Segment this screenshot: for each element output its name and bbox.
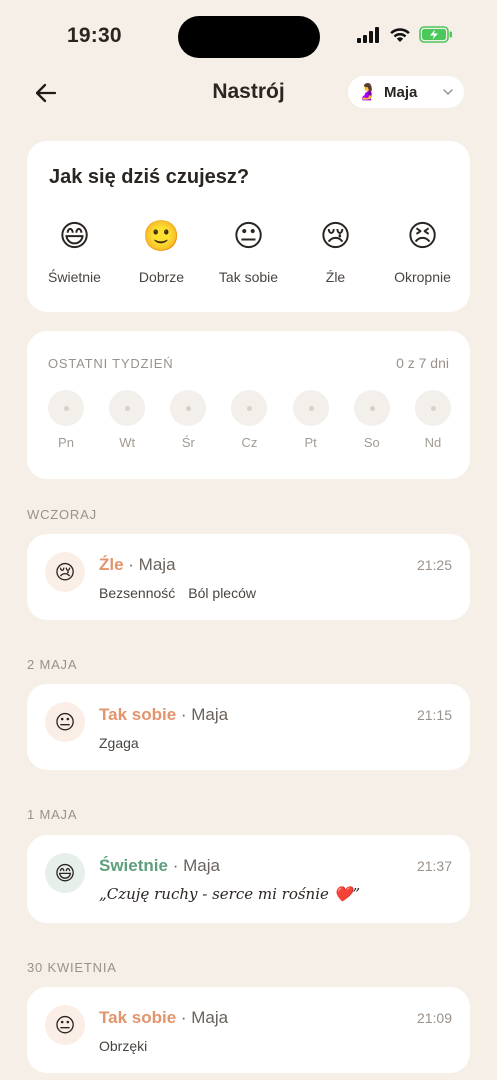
day-cz[interactable]: Cz bbox=[230, 390, 268, 450]
section-label: WCZORAJ bbox=[27, 507, 97, 522]
chevron-down-icon bbox=[443, 89, 453, 95]
entry-time: 21:25 bbox=[416, 557, 452, 573]
day-label: Pt bbox=[304, 435, 317, 450]
entry-separator: · bbox=[123, 555, 139, 574]
entry-mood: Źle bbox=[99, 555, 124, 574]
entry-separator: · bbox=[176, 705, 192, 724]
mood-option-label: Świetnie bbox=[48, 269, 101, 285]
entry-user: Maja bbox=[183, 856, 220, 875]
entry-separator: · bbox=[167, 856, 184, 875]
section-label: 30 KWIETNIA bbox=[27, 960, 117, 975]
battery-charging-icon bbox=[419, 26, 452, 43]
day-pt[interactable]: Pt bbox=[292, 390, 330, 450]
entry-tags: Obrzęki bbox=[99, 1038, 147, 1054]
mood-option-label: Tak sobie bbox=[218, 269, 279, 285]
section-label: 1 MAJA bbox=[27, 807, 78, 822]
mood-option-swietnie[interactable]: 😄 Świetnie bbox=[35, 219, 115, 285]
entry-head: Źle · Maja bbox=[99, 555, 176, 575]
wifi-icon bbox=[390, 27, 410, 42]
entry-user: Maja bbox=[191, 1008, 229, 1027]
mood-entry[interactable]: 😢 Źle · Maja 21:25 Bezsenność Ból pleców bbox=[27, 534, 470, 620]
entry-mood: Świetnie bbox=[99, 856, 168, 875]
day-pn[interactable]: Pn bbox=[47, 390, 85, 450]
grinning-face-icon: 😄 bbox=[58, 220, 91, 253]
entry-user: Maja bbox=[191, 705, 229, 724]
entry-head: Tak sobie · Maja bbox=[99, 1008, 228, 1028]
status-bar: 19:30 bbox=[0, 0, 497, 70]
crying-face-icon: 😢 bbox=[45, 552, 85, 592]
signal-icon bbox=[357, 26, 379, 43]
mood-options: 😄 Świetnie 🙂 Dobrze 😐 Tak sobie 😢 Źle 😣 … bbox=[27, 219, 470, 285]
mood-picker-card: Jak się dziś czujesz? 😄 Świetnie 🙂 Dobrz… bbox=[27, 141, 470, 312]
day-circle bbox=[414, 390, 451, 426]
neutral-face-icon: 😐 bbox=[45, 1005, 85, 1045]
entry-tags: Zgaga bbox=[99, 735, 139, 751]
last-week-card: OSTATNI TYDZIEŃ 0 z 7 dni Pn Wt Śr Cz Pt… bbox=[27, 331, 470, 479]
crying-face-icon: 😢 bbox=[319, 220, 352, 253]
mood-option-zle[interactable]: 😢 Źle bbox=[296, 219, 376, 285]
neutral-face-icon: 😐 bbox=[232, 220, 265, 253]
entry-time: 21:15 bbox=[416, 707, 452, 723]
day-so[interactable]: So bbox=[353, 390, 391, 450]
day-circle bbox=[48, 390, 84, 426]
day-nd[interactable]: Nd bbox=[414, 390, 452, 450]
user-name: Maja bbox=[384, 83, 418, 101]
day-circle bbox=[353, 390, 390, 426]
entry-time: 21:09 bbox=[416, 1010, 452, 1026]
entry-time: 21:37 bbox=[416, 858, 452, 874]
entry-note: „Czuję ruchy - serce mi rośnie ❤️” bbox=[99, 885, 361, 903]
header: Nastrój 🤰 Maja bbox=[0, 72, 497, 114]
mood-option-dobrze[interactable]: 🙂 Dobrze bbox=[122, 219, 202, 285]
persevering-face-icon: 😣 bbox=[406, 220, 439, 253]
mood-entry[interactable]: 😄 Świetnie · Maja 21:37 „Czuję ruchy - s… bbox=[27, 835, 470, 923]
section-label: 2 MAJA bbox=[27, 657, 78, 672]
entry-mood: Tak sobie bbox=[99, 1008, 177, 1027]
mood-entry[interactable]: 😐 Tak sobie · Maja 21:15 Zgaga bbox=[27, 684, 470, 770]
mood-option-label: Okropnie bbox=[394, 269, 451, 285]
entry-tags: Bezsenność Ból pleców bbox=[99, 585, 256, 601]
entry-tag: Ból pleców bbox=[188, 585, 256, 601]
entry-separator: · bbox=[176, 1008, 192, 1027]
entry-user: Maja bbox=[138, 555, 176, 574]
day-circle bbox=[109, 390, 146, 426]
mood-entry[interactable]: 😐 Tak sobie · Maja 21:09 Obrzęki bbox=[27, 987, 470, 1073]
day-circle bbox=[292, 390, 329, 426]
day-label: Śr bbox=[181, 435, 195, 450]
week-count: 0 z 7 dni bbox=[396, 355, 449, 371]
mood-option-tak-sobie[interactable]: 😐 Tak sobie bbox=[209, 219, 289, 285]
neutral-face-icon: 😐 bbox=[45, 702, 85, 742]
day-circle bbox=[231, 390, 268, 426]
day-circle bbox=[170, 390, 207, 426]
day-sr[interactable]: Śr bbox=[169, 390, 207, 450]
pregnant-avatar-icon: 🤰 bbox=[357, 84, 377, 101]
status-time: 19:30 bbox=[67, 24, 122, 47]
entry-head: Świetnie · Maja bbox=[99, 856, 220, 876]
mood-option-label: Dobrze bbox=[138, 269, 185, 285]
entry-tag: Zgaga bbox=[99, 735, 139, 751]
mood-option-label: Źle bbox=[325, 269, 346, 285]
day-label: Cz bbox=[241, 435, 258, 450]
mood-question: Jak się dziś czujesz? bbox=[49, 166, 250, 188]
status-icons bbox=[357, 26, 453, 43]
dynamic-island bbox=[178, 16, 320, 58]
week-days: Pn Wt Śr Cz Pt So Nd bbox=[47, 390, 452, 450]
week-title: OSTATNI TYDZIEŃ bbox=[48, 356, 174, 371]
day-label: So bbox=[363, 435, 380, 450]
smiling-face-icon: 🙂 bbox=[142, 220, 181, 253]
user-selector[interactable]: 🤰 Maja bbox=[348, 76, 464, 108]
day-wt[interactable]: Wt bbox=[108, 390, 146, 450]
day-label: Nd bbox=[424, 435, 442, 450]
day-label: Pn bbox=[58, 435, 74, 450]
mood-option-okropnie[interactable]: 😣 Okropnie bbox=[383, 219, 463, 285]
entry-tag: Obrzęki bbox=[99, 1038, 148, 1054]
day-label: Wt bbox=[119, 435, 136, 450]
grinning-face-icon: 😄 bbox=[45, 853, 85, 893]
entry-mood: Tak sobie bbox=[99, 705, 177, 724]
entry-tag: Bezsenność bbox=[99, 585, 176, 601]
entry-head: Tak sobie · Maja bbox=[99, 705, 228, 725]
